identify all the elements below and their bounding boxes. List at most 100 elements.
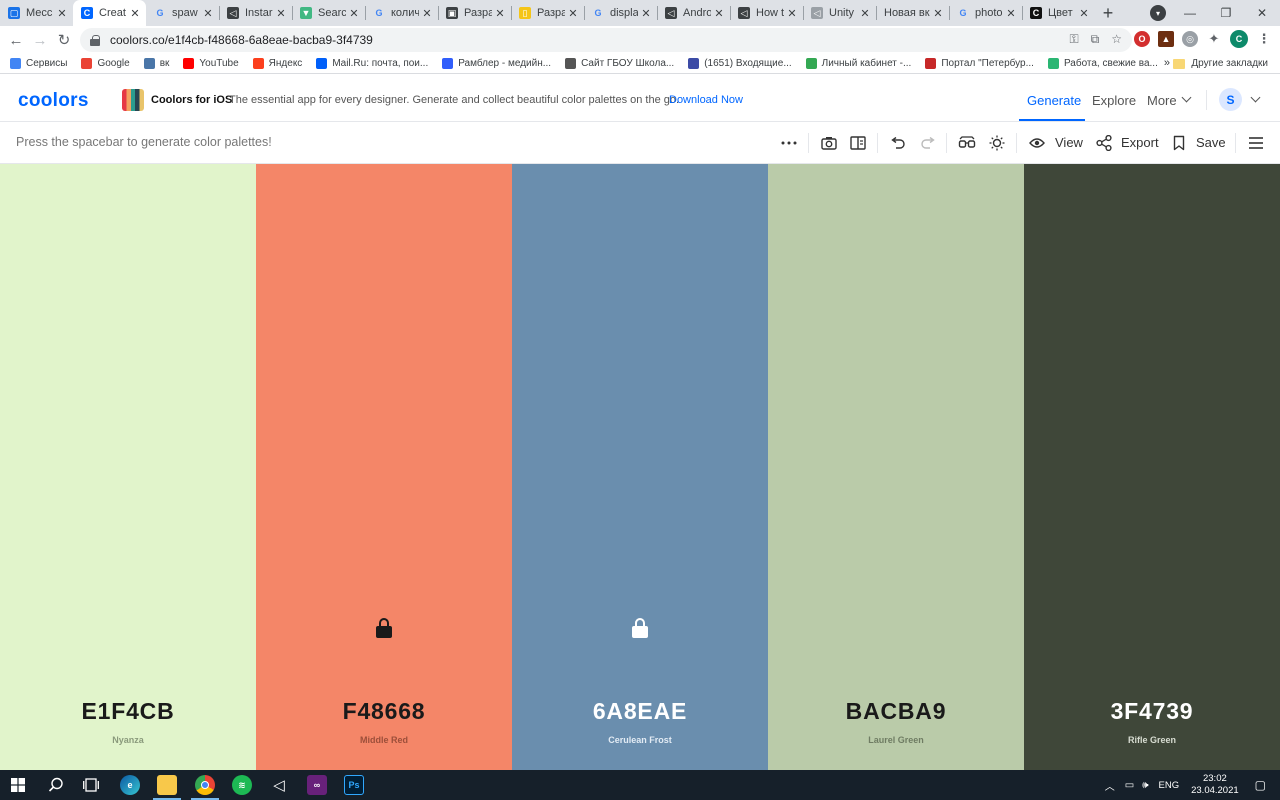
lock-icon[interactable] [632, 618, 648, 638]
browser-tab[interactable]: ◁ Andro ✕ [657, 0, 730, 26]
tab-close-icon[interactable]: ✕ [641, 7, 651, 20]
windows-start-icon[interactable] [11, 778, 25, 797]
secure-lock-icon[interactable] [90, 34, 100, 46]
browser-tab[interactable]: Gdispla ✕ [584, 0, 657, 26]
bookmark-item[interactable]: Личный кабинет -... [805, 58, 911, 69]
bookmark-item[interactable]: Яндекс [252, 58, 302, 69]
tab-close-icon[interactable]: ✕ [57, 7, 67, 20]
bookmark-item[interactable]: Google [81, 58, 130, 69]
view-split-icon[interactable] [848, 133, 868, 153]
translate-icon[interactable]: ⧉ [1091, 32, 1100, 47]
nav-explore[interactable]: Explore [1092, 93, 1136, 108]
close-window-icon[interactable]: ✕ [1244, 6, 1280, 20]
color-swatch[interactable]: F48668 Middle Red [256, 164, 512, 770]
browser-tab[interactable]: ▼ Searc ✕ [292, 0, 365, 26]
tab-close-icon[interactable]: ✕ [860, 7, 870, 20]
notifications-icon[interactable]: ▢ [1255, 778, 1266, 792]
browser-tab[interactable]: ◁ Instar ✕ [219, 0, 292, 26]
bookmark-item[interactable]: Сервисы [10, 58, 67, 69]
tab-search-icon[interactable]: ▾ [1150, 5, 1166, 21]
swatch-hex-code[interactable]: 6A8EAE [512, 698, 768, 725]
browser-tab[interactable]: ▢ Месс ✕ [0, 0, 73, 26]
browser-tab[interactable]: ▣ Разра ✕ [438, 0, 511, 26]
camera-icon[interactable] [819, 133, 839, 153]
unity-icon[interactable]: ◁ [269, 775, 289, 795]
hamburger-menu-icon[interactable] [1246, 133, 1266, 153]
save-bookmark-icon[interactable] [1169, 133, 1189, 153]
browser-tab[interactable]: Gspaw ✕ [146, 0, 219, 26]
reload-icon[interactable]: ↻ [52, 31, 76, 49]
bookmarks-overflow-icon[interactable]: » [1164, 57, 1170, 69]
browser-tab[interactable]: ◁ Unity ✕ [803, 0, 876, 26]
bookmark-item[interactable]: вк [143, 58, 169, 69]
bookmark-item[interactable]: Сайт ГБОУ Школа... [565, 58, 674, 69]
network-icon[interactable]: ▭ [1125, 780, 1134, 791]
more-options-icon[interactable] [779, 133, 799, 153]
url-text[interactable]: coolors.co/e1f4cb-f48668-6a8eae-bacba9-3… [110, 33, 373, 47]
adjust-brightness-icon[interactable] [987, 133, 1007, 153]
search-icon[interactable] [48, 777, 64, 798]
bookmark-item[interactable]: Работа, свежие ва... [1047, 58, 1158, 69]
save-button[interactable]: Save [1196, 135, 1226, 150]
bookmark-item[interactable]: Mail.Ru: почта, пои... [316, 58, 428, 69]
profile-avatar-icon[interactable]: C [1230, 30, 1248, 48]
swatch-hex-code[interactable]: BACBA9 [768, 698, 1024, 725]
nav-more[interactable]: More [1147, 93, 1177, 108]
bookmark-item[interactable]: Рамблер - медийн... [442, 58, 551, 69]
color-swatch[interactable]: 6A8EAE Cerulean Frost [512, 164, 768, 770]
tab-close-icon[interactable]: ✕ [568, 7, 578, 20]
globe-extension-icon[interactable]: ◎ [1182, 31, 1198, 47]
color-blindness-glasses-icon[interactable] [957, 133, 977, 153]
redo-icon[interactable] [918, 133, 938, 153]
color-swatch[interactable]: BACBA9 Laurel Green [768, 164, 1024, 770]
swatch-hex-code[interactable]: E1F4CB [0, 698, 256, 725]
opera-extension-icon[interactable]: O [1134, 31, 1150, 47]
tab-close-icon[interactable]: ✕ [422, 7, 432, 20]
tab-close-icon[interactable]: ✕ [1079, 7, 1089, 20]
nav-generate[interactable]: Generate [1027, 93, 1081, 108]
tab-close-icon[interactable]: ✕ [933, 7, 943, 20]
minimize-icon[interactable]: — [1172, 6, 1208, 20]
browser-tab[interactable]: Gphoto ✕ [949, 0, 1022, 26]
edge-icon[interactable]: e [120, 775, 140, 795]
other-bookmarks[interactable]: Другие закладки [1173, 58, 1268, 69]
view-eye-icon[interactable] [1027, 133, 1047, 153]
export-button[interactable]: Export [1121, 135, 1159, 150]
lock-icon[interactable] [376, 618, 392, 638]
user-avatar[interactable]: S [1219, 88, 1242, 111]
tab-close-icon[interactable]: ✕ [787, 7, 797, 20]
browser-tab[interactable]: ▯ Разра ✕ [511, 0, 584, 26]
bookmark-item[interactable]: (1651) Входящие... [688, 58, 792, 69]
volume-icon[interactable]: 🕪 [1142, 780, 1148, 791]
photoshop-icon[interactable]: Ps [344, 775, 364, 795]
language-indicator[interactable]: ENG [1159, 780, 1180, 791]
extensions-puzzle-icon[interactable]: ✦ [1206, 31, 1222, 47]
browser-tab[interactable]: ◁ How t ✕ [730, 0, 803, 26]
browser-tab[interactable]: Новая вк ✕ [876, 0, 949, 26]
task-view-icon[interactable] [83, 778, 99, 797]
export-share-icon[interactable] [1094, 133, 1114, 153]
chrome-icon[interactable] [195, 775, 215, 795]
restore-icon[interactable]: ❐ [1208, 6, 1244, 20]
back-icon[interactable]: ← [4, 32, 28, 49]
view-button[interactable]: View [1055, 135, 1083, 150]
tray-overflow-icon[interactable]: ︿ [1105, 778, 1115, 793]
browser-tab[interactable]: Gколич ✕ [365, 0, 438, 26]
coolors-logo[interactable]: coolors [18, 90, 89, 112]
browser-tab-active[interactable]: C Creat ✕ [73, 0, 146, 26]
clock[interactable]: 23:02 23.04.2021 [1191, 773, 1239, 797]
new-tab-button[interactable]: + [1095, 0, 1121, 26]
account-chevron-down-icon[interactable] [1250, 92, 1261, 103]
tab-close-icon[interactable]: ✕ [349, 7, 359, 20]
forward-icon[interactable]: → [28, 32, 52, 49]
tab-close-icon[interactable]: ✕ [130, 7, 140, 20]
bookmark-item[interactable]: Портал "Петербур... [925, 58, 1034, 69]
visual-studio-icon[interactable]: ∞ [307, 775, 327, 795]
spotify-icon[interactable]: ≋ [232, 775, 252, 795]
swatch-hex-code[interactable]: F48668 [256, 698, 512, 725]
browser-tab[interactable]: C Цвет ✕ [1022, 0, 1095, 26]
bookmark-star-icon[interactable]: ☆ [1111, 32, 1122, 47]
tab-close-icon[interactable]: ✕ [495, 7, 505, 20]
tab-close-icon[interactable]: ✕ [276, 7, 286, 20]
color-swatch[interactable]: E1F4CB Nyanza [0, 164, 256, 770]
